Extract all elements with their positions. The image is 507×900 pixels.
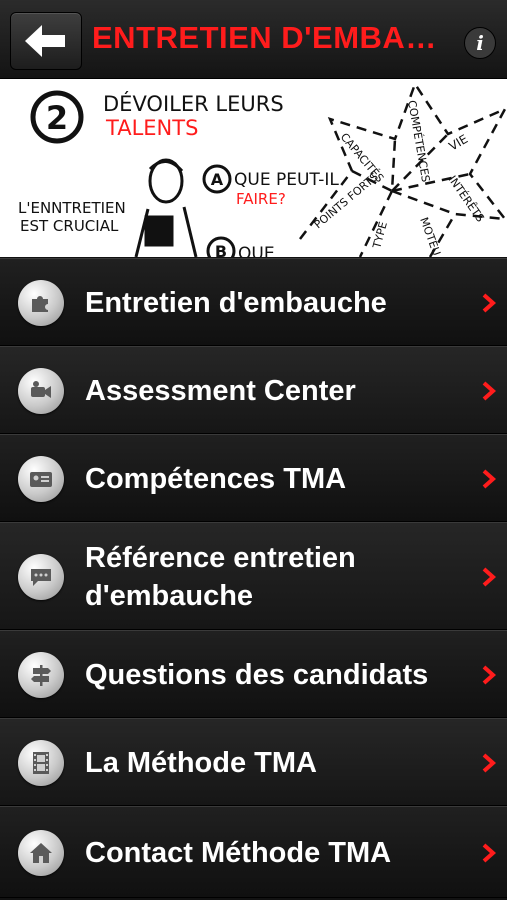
menu-item-questions-candidats[interactable]: Questions des candidats — [0, 630, 507, 718]
star-word-type: TYPE — [370, 220, 390, 250]
chevron-right-icon — [482, 567, 497, 587]
person-sketch — [134, 158, 198, 257]
menu-item-contact-methode-tma[interactable]: Contact Méthode TMA — [0, 806, 507, 898]
star-word-vie: VIE — [447, 132, 471, 154]
chevron-right-icon — [482, 665, 497, 685]
chevron-right-icon — [482, 753, 497, 773]
home-icon — [18, 830, 64, 876]
back-button[interactable] — [10, 12, 82, 70]
menu-item-methode-tma[interactable]: La Méthode TMA — [0, 718, 507, 806]
question-a-line2: FAIRE? — [236, 190, 286, 208]
crucial-line2: EST CRUCIAL — [20, 217, 119, 235]
menu-item-label: Questions des candidats — [85, 659, 429, 691]
speech-bubble-icon — [18, 554, 64, 600]
signpost-icon — [18, 652, 64, 698]
id-card-icon — [18, 456, 64, 502]
menu-item-label: La Méthode TMA — [85, 747, 317, 779]
bullet-a: A — [211, 170, 224, 189]
back-arrow-icon — [25, 25, 65, 57]
star-word-moteur: MOTEU — [417, 216, 443, 257]
banner-heading-line1: DÉVOILER LEURS — [103, 91, 284, 116]
menu-item-reference-entretien[interactable]: Référence entretien d'embauche — [0, 522, 507, 630]
banner-heading-line2: TALENTS — [105, 116, 198, 140]
chevron-right-icon — [482, 381, 497, 401]
chevron-right-icon — [482, 843, 497, 863]
film-strip-icon — [18, 740, 64, 786]
question-b-partial: QUE — [238, 244, 275, 257]
menu-item-competences-tma[interactable]: Compétences TMA — [0, 434, 507, 522]
info-button[interactable]: i — [464, 27, 496, 59]
menu-item-label: Contact Méthode TMA — [85, 837, 392, 869]
video-camera-icon — [18, 368, 64, 414]
star-word-interets: INTÉRÊTS — [446, 173, 487, 224]
bullet-b: B — [215, 242, 227, 257]
menu-item-label: Assessment Center — [85, 375, 356, 407]
star-word-competences: COMPÉTENCES — [405, 99, 432, 183]
sketch-illustration: 2 DÉVOILER LEURS TALENTS L'ENNTRETIEN ES… — [18, 81, 507, 257]
menu-item-assessment-center[interactable]: Assessment Center — [0, 346, 507, 434]
menu-item-label: Entretien d'embauche — [85, 287, 387, 319]
chevron-right-icon — [482, 293, 497, 313]
crucial-line1: L'ENNTRETIEN — [18, 199, 126, 217]
navigation-bar: ENTRETIEN D'EMBA… i — [0, 0, 507, 79]
menu-item-entretien-embauche[interactable]: Entretien d'embauche — [0, 258, 507, 346]
page-title: ENTRETIEN D'EMBA… — [92, 20, 437, 55]
puzzle-icon — [18, 280, 64, 326]
menu-item-label: Référence entretien d'embauche — [85, 542, 356, 612]
star-word-capacites: CAPACITÉS — [338, 131, 387, 185]
chevron-right-icon — [482, 469, 497, 489]
banner-illustration: 2 DÉVOILER LEURS TALENTS L'ENNTRETIEN ES… — [0, 79, 507, 257]
step-number: 2 — [46, 99, 68, 137]
question-a-line1: QUE PEUT-IL — [234, 170, 339, 190]
menu-list: Entretien d'embauche Assessment Center C… — [0, 258, 507, 898]
menu-item-label: Compétences TMA — [85, 463, 347, 495]
